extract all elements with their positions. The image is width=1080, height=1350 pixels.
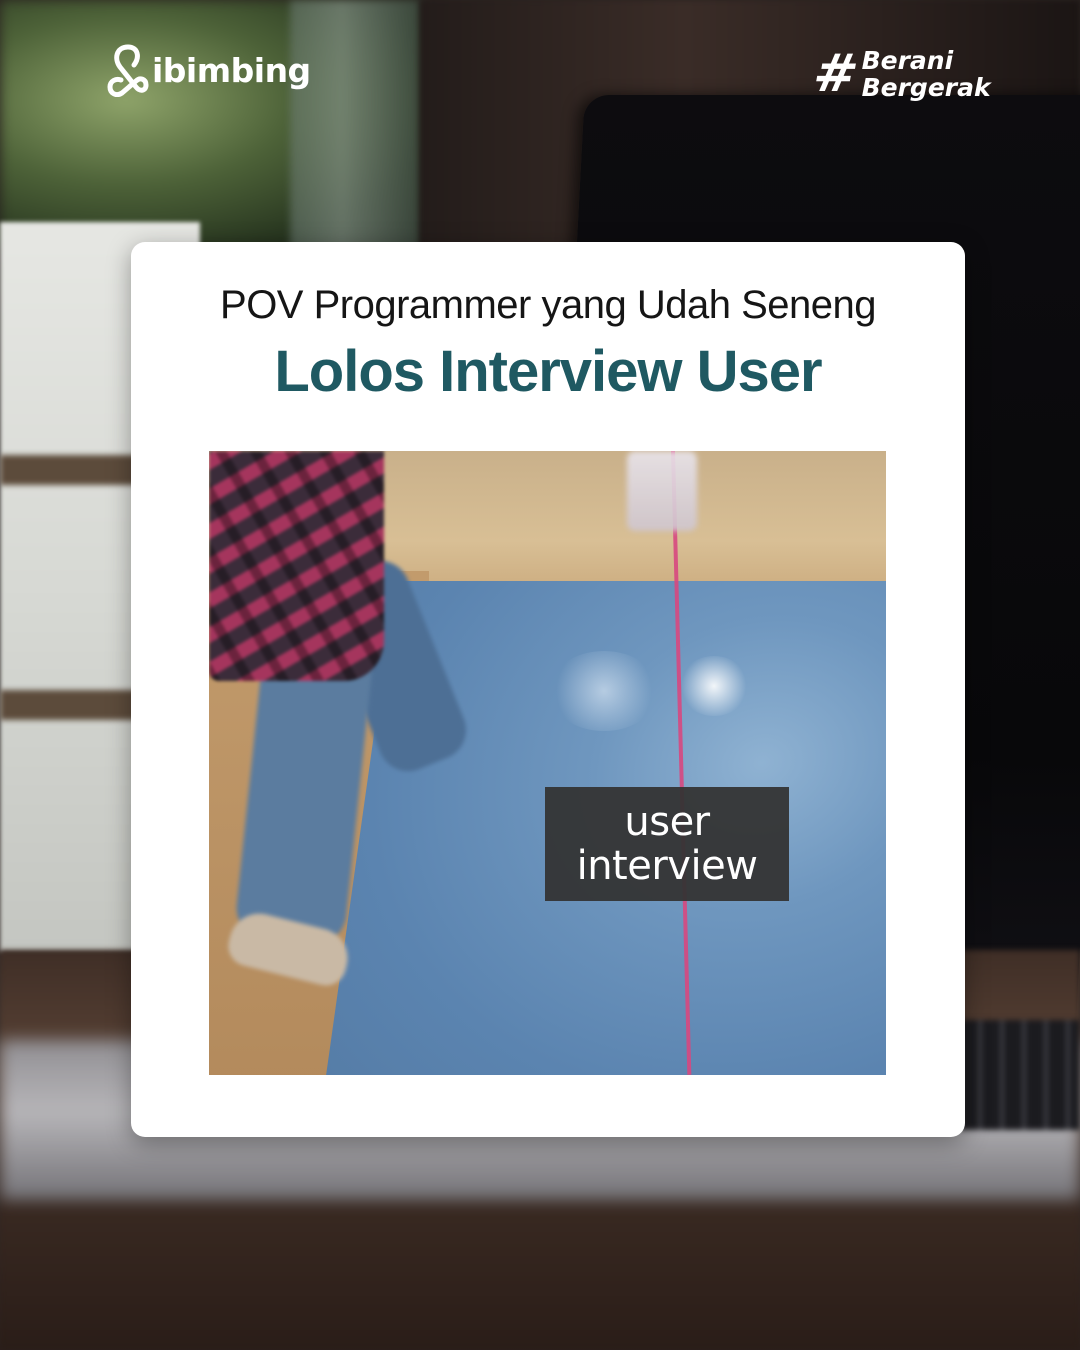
ibimbing-logo-icon bbox=[107, 44, 149, 97]
video-light-reflection bbox=[679, 656, 749, 716]
background-window-frame bbox=[290, 0, 420, 250]
hashtag-berani-bergerak: # Berani Bergerak bbox=[809, 44, 991, 104]
ibimbing-logo: ibimbing bbox=[106, 42, 311, 98]
background-keys bbox=[960, 1020, 1080, 1130]
hashtag-word-1: Berani bbox=[861, 46, 954, 75]
card-subtitle: POV Programmer yang Udah Seneng bbox=[220, 283, 876, 327]
caption-line-1: user bbox=[624, 799, 710, 845]
card-title: Lolos Interview User bbox=[274, 339, 822, 404]
caption-line-2: interview bbox=[576, 843, 758, 889]
hashtag-word-2: Bergerak bbox=[861, 73, 991, 102]
video-background-person bbox=[627, 451, 697, 531]
video-person-shirt bbox=[209, 451, 384, 681]
video-light-reflection bbox=[549, 651, 659, 731]
hashtag-icon: # bbox=[808, 44, 863, 104]
content-card: POV Programmer yang Udah Seneng Lolos In… bbox=[131, 242, 965, 1137]
video-caption: user interview bbox=[545, 787, 789, 901]
hashtag-words: Berani Bergerak bbox=[862, 47, 991, 101]
logo-wordmark: ibimbing bbox=[152, 50, 311, 90]
video-still[interactable]: user interview bbox=[209, 451, 886, 1075]
